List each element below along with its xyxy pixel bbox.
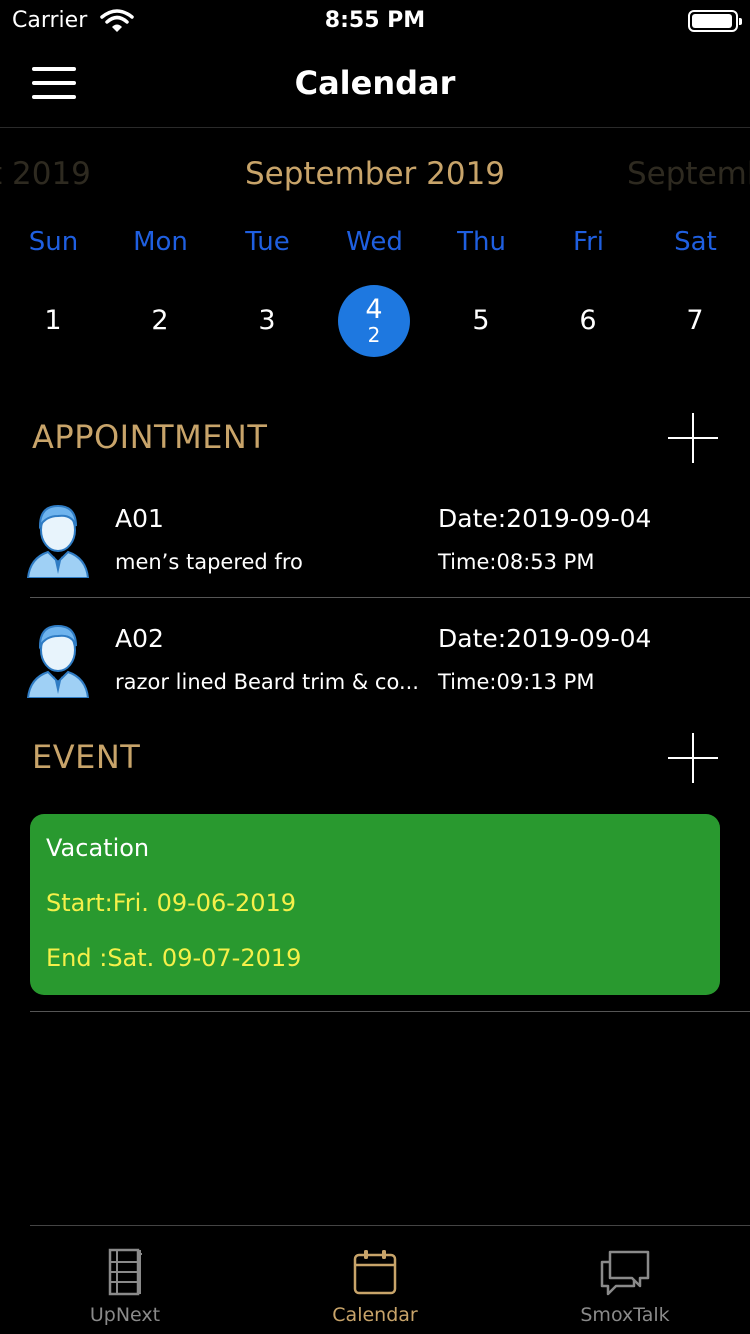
battery-icon [688, 10, 742, 32]
month-carousel[interactable]: t 2019 September 2019 Septemb [0, 150, 750, 202]
event-end-date: End :Sat. 09-07-2019 [46, 944, 302, 972]
add-appointment-button[interactable] [668, 413, 718, 463]
status-bar: Carrier 8:55 PM [0, 0, 750, 40]
nav-bar: Calendar [0, 40, 750, 128]
day-cell[interactable]: 1 [17, 285, 89, 357]
page-title: Calendar [294, 64, 456, 102]
selected-day-number: 4 [365, 294, 383, 325]
tab-label: Calendar [332, 1304, 418, 1326]
selected-day-appointment-count: 2 [367, 323, 381, 347]
tab-upnext[interactable]: UpNext [0, 1248, 250, 1334]
appointment-service: men’s tapered fro [115, 550, 303, 574]
appointment-time: Time:08:53 PM [438, 550, 595, 574]
appointment-row[interactable]: A02 razor lined Beard trim & co... Date:… [0, 600, 750, 718]
calendar-icon [353, 1250, 397, 1295]
weekday-tue: Tue [245, 227, 290, 257]
user-avatar-icon [26, 624, 90, 698]
add-event-button[interactable] [668, 733, 718, 783]
next-month-label[interactable]: Septemb [627, 156, 750, 192]
status-time: 8:55 PM [324, 8, 426, 33]
event-card[interactable]: Vacation Start:Fri. 09-06-2019 End :Sat.… [30, 814, 720, 995]
battery-level [692, 14, 732, 28]
tab-calendar[interactable]: Calendar [250, 1248, 500, 1334]
film-strip-icon [108, 1248, 142, 1296]
appointment-section-title: APPOINTMENT [32, 418, 268, 456]
row-divider [30, 597, 750, 598]
day-cell[interactable]: 3 [231, 285, 303, 357]
day-cell[interactable]: 2 [124, 285, 196, 357]
event-name: Vacation [46, 834, 150, 862]
day-cell[interactable]: 5 [445, 285, 517, 357]
weekday-header: Sun Mon Tue Wed Thu Fri Sat [0, 227, 750, 263]
event-section-title: EVENT [32, 738, 141, 776]
appointment-date: Date:2019-09-04 [438, 624, 652, 653]
section-divider [30, 1011, 750, 1012]
weekday-thu: Thu [457, 227, 506, 257]
weekday-sun: Sun [28, 227, 79, 257]
appointment-code: A02 [115, 624, 164, 653]
day-cell[interactable]: 6 [552, 285, 624, 357]
event-start-date: Start:Fri. 09-06-2019 [46, 889, 297, 917]
weekday-wed: Wed [346, 227, 403, 257]
appointment-service: razor lined Beard trim & co... [115, 670, 419, 694]
weekday-mon: Mon [133, 227, 188, 257]
appointment-row[interactable]: A01 men’s tapered fro Date:2019-09-04 Ti… [0, 480, 750, 598]
selected-day-cell[interactable]: 4 2 [338, 285, 410, 357]
appointment-code: A01 [115, 504, 164, 533]
appointment-date: Date:2019-09-04 [438, 504, 652, 533]
weekday-sat: Sat [674, 227, 717, 257]
user-avatar-icon [26, 504, 90, 578]
day-cell[interactable]: 7 [659, 285, 731, 357]
tab-smoxtalk[interactable]: SmoxTalk [500, 1248, 750, 1334]
week-days-row: 1 2 3 4 2 5 6 7 [0, 285, 750, 357]
appointment-time: Time:09:13 PM [438, 670, 595, 694]
chat-bubbles-icon [600, 1250, 650, 1296]
tab-bar-divider [30, 1225, 750, 1226]
tab-label: SmoxTalk [580, 1304, 670, 1326]
tab-label: UpNext [89, 1304, 161, 1326]
weekday-fri: Fri [573, 227, 604, 257]
